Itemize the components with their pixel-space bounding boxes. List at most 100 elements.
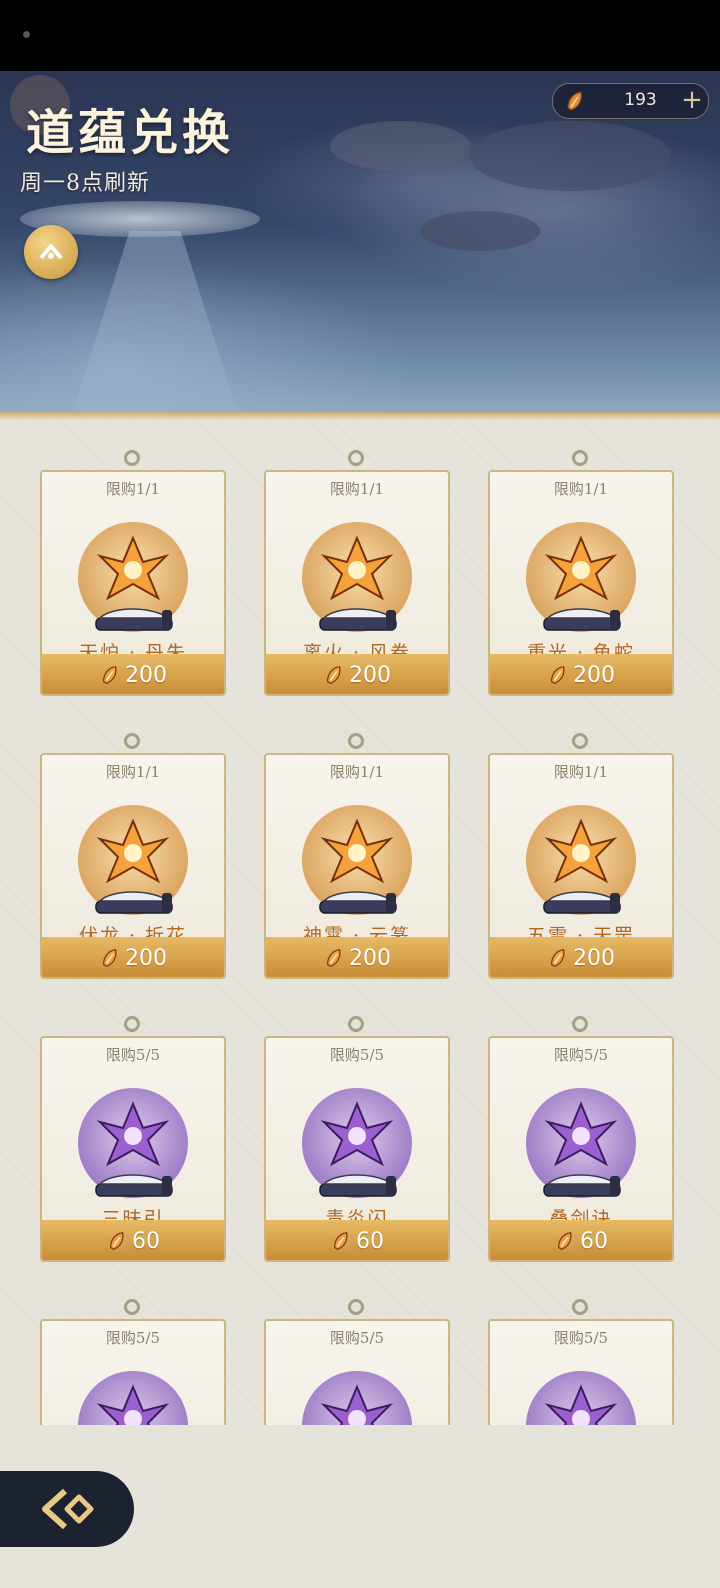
card-body: 限购5/5 叠剑诀 60 bbox=[488, 1036, 674, 1262]
feather-crystal-icon bbox=[102, 949, 117, 967]
currency-amount: 193 bbox=[624, 90, 657, 110]
flame-art-icon bbox=[96, 818, 170, 884]
item-price: 60 bbox=[132, 1228, 160, 1254]
feather-crystal-icon bbox=[550, 949, 565, 967]
scroll-base-icon bbox=[543, 891, 621, 914]
spirit-art-icon bbox=[96, 1384, 170, 1425]
add-currency-button[interactable]: + bbox=[677, 85, 707, 115]
flame-art-icon bbox=[96, 535, 170, 601]
card-body: 限购1/1 神霄 · 云篆 200 bbox=[264, 753, 450, 979]
shop-item-card[interactable]: 限购1/1 神霄 · 云篆 200 bbox=[264, 733, 450, 979]
purchase-limit: 限购5/5 bbox=[329, 1329, 385, 1347]
feather-crystal-icon bbox=[102, 666, 117, 684]
item-price: 60 bbox=[580, 1228, 608, 1254]
card-ring-decoration bbox=[124, 1299, 140, 1315]
price-button[interactable]: 200 bbox=[42, 654, 224, 694]
item-price: 200 bbox=[125, 662, 167, 688]
card-body: 限购5/5 bbox=[264, 1319, 450, 1425]
scroll-base-icon bbox=[319, 891, 397, 914]
shop-item-card[interactable]: 限购5/5 叠剑诀 60 bbox=[488, 1016, 674, 1262]
price-button[interactable]: 200 bbox=[42, 937, 224, 977]
purchase-limit: 限购1/1 bbox=[329, 763, 385, 781]
purchase-limit: 限购1/1 bbox=[553, 480, 609, 498]
card-body: 限购1/1 重光 · 龟蛇 200 bbox=[488, 470, 674, 696]
card-ring-decoration bbox=[572, 1016, 588, 1032]
item-price: 200 bbox=[349, 662, 391, 688]
status-dot bbox=[23, 31, 30, 38]
feather-crystal-icon bbox=[567, 91, 583, 111]
price-button[interactable]: 200 bbox=[266, 654, 448, 694]
shop-item-card[interactable]: 限购5/5 bbox=[264, 1299, 450, 1425]
card-ring-decoration bbox=[124, 733, 140, 749]
card-ring-decoration bbox=[348, 1016, 364, 1032]
purchase-limit: 限购1/1 bbox=[553, 763, 609, 781]
purchase-limit: 限购5/5 bbox=[553, 1046, 609, 1064]
refresh-note: 周一8点刷新 bbox=[20, 171, 150, 196]
price-button[interactable]: 60 bbox=[490, 1220, 672, 1260]
card-ring-decoration bbox=[572, 733, 588, 749]
item-price: 200 bbox=[349, 945, 391, 971]
item-price: 200 bbox=[573, 662, 615, 688]
shop-item-card[interactable]: 限购5/5 bbox=[488, 1299, 674, 1425]
feather-crystal-icon bbox=[557, 1232, 572, 1250]
shop-item-card[interactable]: 限购5/5 青炎闪 60 bbox=[264, 1016, 450, 1262]
shop-item-card[interactable]: 限购1/1 重光 · 龟蛇 200 bbox=[488, 450, 674, 696]
spirit-art-icon bbox=[544, 1101, 618, 1167]
shop-item-card[interactable]: 限购5/5 bbox=[40, 1299, 226, 1425]
scroll-base-icon bbox=[319, 1174, 397, 1197]
card-body: 限购1/1 伏龙 · 折花 200 bbox=[40, 753, 226, 979]
feather-crystal-icon bbox=[326, 949, 341, 967]
currency-counter: 193 + bbox=[552, 83, 709, 119]
card-ring-decoration bbox=[348, 450, 364, 466]
shop-item-card[interactable]: 限购1/1 离火 · 风卷 200 bbox=[264, 450, 450, 696]
flame-art-icon bbox=[320, 535, 394, 601]
shop-item-card[interactable]: 限购1/1 伏龙 · 折花 200 bbox=[40, 733, 226, 979]
scroll-base-icon bbox=[543, 608, 621, 631]
card-body: 限购1/1 离火 · 风卷 200 bbox=[264, 470, 450, 696]
banner-divider bbox=[0, 412, 720, 422]
flame-art-icon bbox=[320, 818, 394, 884]
price-button[interactable]: 200 bbox=[490, 654, 672, 694]
cloud-decoration bbox=[330, 121, 470, 171]
header-banner: 道蕴兑换 周一8点刷新 193 + bbox=[0, 71, 720, 412]
card-ring-decoration bbox=[124, 1016, 140, 1032]
flame-art-icon bbox=[544, 535, 618, 601]
card-ring-decoration bbox=[572, 450, 588, 466]
purchase-limit: 限购5/5 bbox=[329, 1046, 385, 1064]
card-body: 限购5/5 bbox=[488, 1319, 674, 1425]
price-button[interactable]: 200 bbox=[266, 937, 448, 977]
collapse-button[interactable] bbox=[24, 225, 78, 279]
purchase-limit: 限购1/1 bbox=[329, 480, 385, 498]
card-body: 限购1/1 五雷 · 天罡 200 bbox=[488, 753, 674, 979]
price-button[interactable]: 60 bbox=[266, 1220, 448, 1260]
purchase-limit: 限购5/5 bbox=[105, 1329, 161, 1347]
shop-item-card[interactable]: 限购5/5 三昧引 60 bbox=[40, 1016, 226, 1262]
flame-art-icon bbox=[544, 818, 618, 884]
price-button[interactable]: 200 bbox=[490, 937, 672, 977]
status-bar bbox=[0, 0, 720, 71]
back-button[interactable] bbox=[0, 1471, 134, 1547]
spirit-art-icon bbox=[96, 1101, 170, 1167]
spirit-art-icon bbox=[320, 1101, 394, 1167]
card-ring-decoration bbox=[124, 450, 140, 466]
shop-item-card[interactable]: 限购1/1 五雷 · 天罡 200 bbox=[488, 733, 674, 979]
card-ring-decoration bbox=[348, 1299, 364, 1315]
card-ring-decoration bbox=[348, 733, 364, 749]
feather-crystal-icon bbox=[333, 1232, 348, 1250]
scroll-base-icon bbox=[319, 608, 397, 631]
spirit-art-icon bbox=[320, 1384, 394, 1425]
card-ring-decoration bbox=[572, 1299, 588, 1315]
price-button[interactable]: 60 bbox=[42, 1220, 224, 1260]
purchase-limit: 限购1/1 bbox=[105, 480, 161, 498]
card-body: 限购5/5 青炎闪 60 bbox=[264, 1036, 450, 1262]
shop-item-card[interactable]: 限购1/1 天炉 · 丹朱 200 bbox=[40, 450, 226, 696]
purchase-limit: 限购5/5 bbox=[553, 1329, 609, 1347]
scroll-base-icon bbox=[95, 891, 173, 914]
scroll-base-icon bbox=[543, 1174, 621, 1197]
purchase-limit: 限购5/5 bbox=[105, 1046, 161, 1064]
card-body: 限购1/1 天炉 · 丹朱 200 bbox=[40, 470, 226, 696]
scroll-base-icon bbox=[95, 608, 173, 631]
up-chevron-icon bbox=[39, 244, 63, 260]
card-body: 限购5/5 三昧引 60 bbox=[40, 1036, 226, 1262]
item-price: 200 bbox=[573, 945, 615, 971]
